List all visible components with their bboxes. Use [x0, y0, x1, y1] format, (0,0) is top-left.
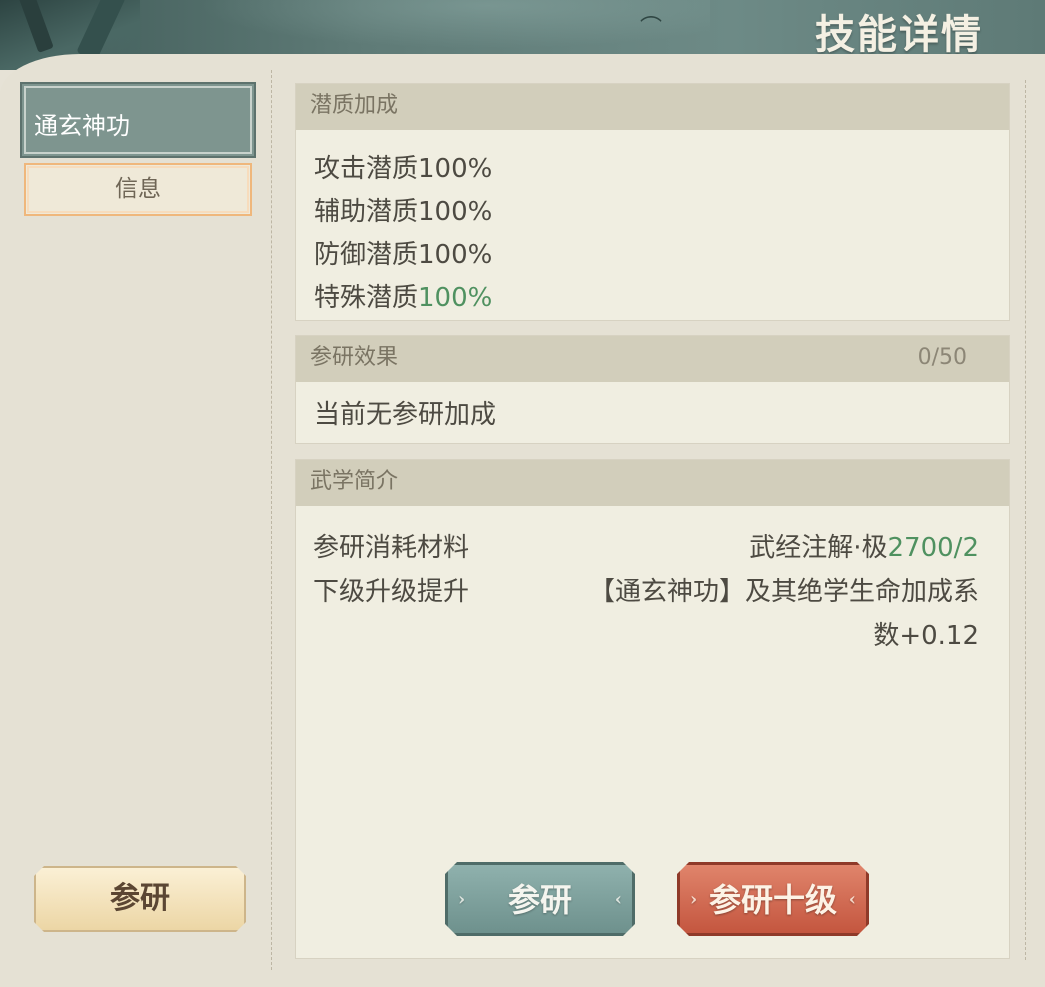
potential-value: 100% — [418, 283, 493, 313]
potential-label: 攻击潜质 — [314, 154, 419, 184]
potential-label: 特殊潜质 — [314, 283, 419, 313]
cost-value: 2700/2 — [887, 533, 979, 563]
chevron-left-icon: ‹ — [614, 889, 622, 910]
potential-value: 100% — [418, 240, 493, 270]
research-count: 0/50 — [917, 345, 967, 370]
right-divider — [1025, 80, 1026, 960]
canyan-button[interactable]: › 参研 ‹ — [445, 862, 635, 936]
potential-line-defense: 防御潜质100% — [296, 234, 1009, 277]
chevron-right-icon: › — [690, 889, 698, 910]
canyan-ten-button[interactable]: › 参研十级 ‹ — [677, 862, 869, 936]
canyan-button-label: 参研 — [507, 881, 572, 919]
potential-section: 潜质加成 攻击潜质100% 辅助潜质100% 防御潜质100% 特殊潜质100% — [295, 83, 1010, 321]
potential-line-support: 辅助潜质100% — [296, 191, 1009, 234]
upgrade-label: 下级升级提升 — [313, 577, 470, 607]
research-title: 参研效果 — [310, 345, 399, 370]
info-tab[interactable]: 信息 — [24, 163, 252, 216]
upgrade-row: 下级升级提升 【通玄神功】及其绝学生命加成系 — [296, 570, 1009, 614]
bird-icon: ⌒ — [640, 16, 663, 41]
potential-label: 防御潜质 — [314, 240, 419, 270]
cost-row: 参研消耗材料 武经注解·极2700/2 — [296, 526, 1009, 570]
research-header: 参研效果 0/50 — [296, 336, 1009, 382]
cost-value-wrap: 武经注解·极2700/2 — [749, 526, 979, 570]
skill-tab-tongxuan[interactable]: 通玄神功 — [20, 82, 256, 158]
upgrade-row-cont: 数+0.12 — [296, 614, 1009, 658]
potential-line-attack: 攻击潜质100% — [296, 148, 1009, 191]
chevron-left-icon: ‹ — [848, 889, 856, 910]
potential-header: 潜质加成 — [296, 84, 1009, 130]
cost-label: 参研消耗材料 — [313, 533, 470, 563]
potential-line-special: 特殊潜质100% — [296, 277, 1009, 320]
header-cloud-pattern — [150, 0, 710, 56]
chevron-right-icon: › — [458, 889, 466, 910]
canyan-ten-button-label: 参研十级 — [708, 881, 837, 919]
intro-header: 武学简介 — [296, 460, 1009, 506]
page-title: 技能详情 — [815, 11, 983, 58]
canyan-side-button[interactable]: 参研 — [34, 866, 246, 932]
cost-item: 武经注解·极 — [749, 533, 888, 563]
upgrade-text-1: 【通玄神功】及其绝学生命加成系 — [588, 577, 979, 607]
research-section: 参研效果 0/50 当前无参研加成 — [295, 335, 1010, 444]
potential-value: 100% — [418, 197, 493, 227]
potential-label: 辅助潜质 — [314, 197, 419, 227]
potential-value: 100% — [418, 154, 493, 184]
intro-section: 武学简介 参研消耗材料 武经注解·极2700/2 下级升级提升 【通玄神功】及其… — [295, 459, 1010, 959]
upgrade-text-2: 数+0.12 — [873, 621, 979, 651]
research-text: 当前无参研加成 — [314, 400, 497, 430]
